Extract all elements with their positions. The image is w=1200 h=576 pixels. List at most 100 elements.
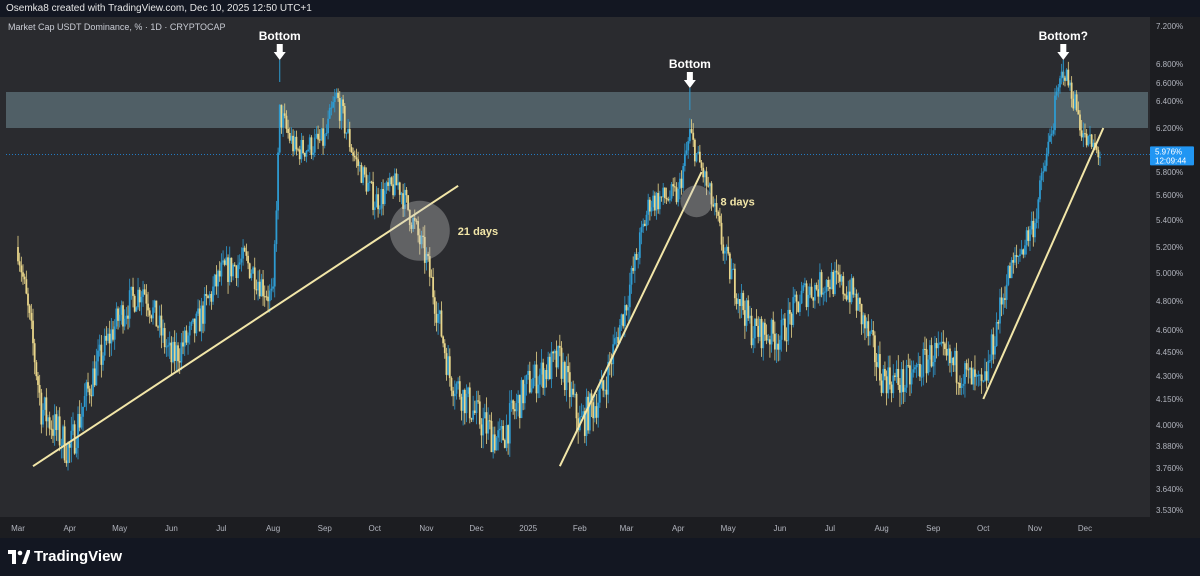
candle-body <box>525 375 528 385</box>
candle-body <box>658 196 661 210</box>
candle-body <box>108 333 111 344</box>
candle-body <box>258 281 261 297</box>
candle-body <box>300 139 303 160</box>
candle-body <box>945 349 948 356</box>
time-axis[interactable] <box>0 517 1200 538</box>
candle-body <box>1082 133 1085 138</box>
candle-body <box>877 354 880 367</box>
candle-body <box>627 307 630 311</box>
candle-body <box>1027 230 1030 241</box>
candle-body <box>822 292 825 295</box>
candle-body <box>728 253 731 280</box>
candle-body <box>22 272 24 277</box>
candle-body <box>448 356 451 378</box>
candle-body <box>680 178 683 188</box>
candle-body <box>723 250 726 254</box>
candle-body <box>677 188 680 203</box>
candle-body <box>368 181 371 183</box>
candle-body <box>288 132 291 141</box>
candle-body <box>222 260 224 263</box>
time-tick-label: Dec <box>469 524 483 533</box>
candle-body <box>128 290 131 319</box>
candle-body <box>1039 180 1041 200</box>
candle-body <box>490 420 493 453</box>
price-tick-label: 6.600% <box>1156 79 1183 88</box>
candle-body <box>942 341 945 344</box>
candle-body <box>313 137 316 153</box>
candle-body <box>842 276 845 295</box>
candle-body <box>320 128 323 141</box>
candle-body <box>857 298 860 311</box>
candle-body <box>283 113 286 116</box>
candle-body <box>1059 78 1061 88</box>
candle-body <box>317 133 319 140</box>
candle-body <box>865 321 868 329</box>
candle-body <box>807 294 810 308</box>
candle-body <box>43 397 46 410</box>
candle-body <box>235 266 238 279</box>
candle-body <box>638 232 641 258</box>
candle-body <box>163 328 166 347</box>
candle-body <box>233 264 236 267</box>
candle-body <box>350 147 353 153</box>
candle-body <box>637 257 640 260</box>
candle-body <box>1090 134 1093 147</box>
candle-body <box>648 199 651 212</box>
candle-body <box>695 153 698 162</box>
candle-body <box>787 309 790 341</box>
candle-body <box>778 339 781 350</box>
price-tick-label: 5.400% <box>1156 216 1183 225</box>
candle-body <box>223 260 226 265</box>
candle-body <box>892 375 895 394</box>
candle-body <box>1024 245 1026 255</box>
candle-body <box>847 291 850 300</box>
candle-body <box>580 415 583 418</box>
candle-body <box>130 286 133 291</box>
days-label: 21 days <box>458 226 498 238</box>
candle-body <box>588 393 591 431</box>
candle-body <box>995 322 998 346</box>
candle-body <box>305 151 308 157</box>
candle-body <box>1005 284 1008 300</box>
candle-body <box>814 284 816 301</box>
candle-body <box>989 360 991 362</box>
candle-body <box>1040 172 1043 181</box>
price-chart[interactable]: Bottom Bottom Bottom? 21 days 8 days 7.200% 6… <box>0 17 1200 538</box>
candle-body <box>78 413 81 428</box>
candle-body <box>515 403 518 412</box>
candle-body <box>555 350 558 368</box>
candle-body <box>1057 87 1060 92</box>
candle-body <box>992 334 995 355</box>
candle-body <box>197 308 199 314</box>
candle-body <box>934 342 936 363</box>
candle-body <box>38 384 41 393</box>
candle-body <box>198 308 201 332</box>
candle-body <box>242 247 244 259</box>
candle-body <box>275 210 278 245</box>
candle-body <box>673 186 676 188</box>
candle-body <box>969 367 971 370</box>
candle-body <box>547 356 550 380</box>
candle-body <box>954 350 956 366</box>
candle-body <box>467 387 470 394</box>
candle-body <box>480 424 483 436</box>
candle-body <box>297 149 299 151</box>
candle-body <box>142 289 144 297</box>
candle-body <box>940 341 943 344</box>
candle-body <box>337 92 339 99</box>
candle-body <box>972 369 975 385</box>
candle-body <box>767 339 770 341</box>
candle-body <box>475 400 478 414</box>
candle-body <box>203 293 206 324</box>
price-tick-label: 4.000% <box>1156 421 1183 430</box>
candle-body <box>140 296 143 303</box>
candle-body <box>690 129 693 133</box>
candle-body <box>303 153 306 157</box>
candle-body <box>63 426 66 461</box>
candle-body <box>187 335 189 343</box>
candle-body <box>645 214 648 226</box>
candle-body <box>758 318 761 337</box>
candle-body <box>330 107 333 109</box>
candle-body <box>67 443 69 464</box>
candle-body <box>1042 171 1045 173</box>
